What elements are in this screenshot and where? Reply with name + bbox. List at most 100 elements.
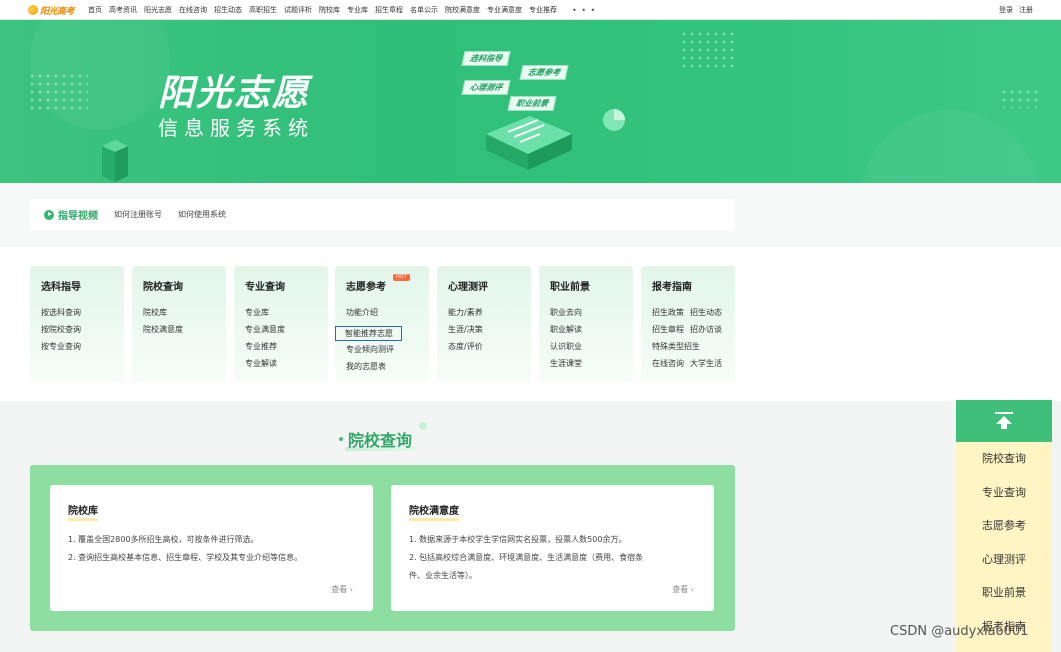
- card-line: 件、业余生活等）。: [409, 571, 477, 580]
- category-link[interactable]: 特殊类型招生: [652, 338, 700, 355]
- nav-item-school-db[interactable]: 院校库: [319, 5, 340, 15]
- site-logo[interactable]: 阳光高考: [28, 2, 75, 18]
- category-link[interactable]: 招生动态: [690, 304, 722, 321]
- hot-badge: HOT: [393, 274, 410, 281]
- cards-container: 院校库 1. 覆盖全国2800多所招生高校，可按条件进行筛选。 2. 查询招生高…: [30, 465, 735, 631]
- nav-item-home[interactable]: 首页: [88, 5, 102, 15]
- dot-decoration: [339, 437, 343, 441]
- category-psych-test: 心理测评 能力/素养 生涯/决策 态度/评价: [437, 266, 531, 382]
- pie-chart-icon: [603, 109, 625, 131]
- category-link[interactable]: 招生政策: [652, 304, 684, 321]
- nav-menu: 首页 高考资讯 阳光志愿 在线咨询 招生动态 高职招生 试题评析 院校库 专业库…: [88, 0, 596, 20]
- category-career-outlook: 职业前景 职业去向 职业解读 认识职业 生涯课堂: [539, 266, 633, 382]
- category-title: 院校查询: [143, 282, 183, 293]
- more-icon[interactable]: • • •: [572, 6, 596, 15]
- category-school-query: 院校查询 院校库 院校满意度: [132, 266, 226, 382]
- guide-section: 指导视频 如何注册账号 如何使用系统: [0, 183, 1061, 247]
- category-link[interactable]: 能力/素养: [448, 304, 531, 321]
- category-link[interactable]: 大学生活: [690, 355, 722, 372]
- nav-item-charter[interactable]: 招生章程: [375, 5, 403, 15]
- category-link[interactable]: 专业推荐: [245, 338, 328, 355]
- side-item-career-outlook[interactable]: 职业前景: [956, 576, 1052, 610]
- card-school-db[interactable]: 院校库 1. 覆盖全国2800多所招生高校，可按条件进行筛选。 2. 查询招生高…: [50, 485, 373, 611]
- category-link[interactable]: 按选科查询: [41, 304, 124, 321]
- register-link[interactable]: 注册: [1019, 5, 1033, 15]
- category-link[interactable]: 职业解读: [550, 321, 633, 338]
- category-volunteer-reference: HOT 志愿参考 功能介绍 智能推荐志愿 专业倾向测评 我的志愿表: [335, 266, 429, 382]
- nav-item-major-db[interactable]: 专业库: [347, 5, 368, 15]
- circle-decoration: [860, 110, 1040, 183]
- guide-title[interactable]: 指导视频: [58, 207, 98, 222]
- card-line: 2. 包括高校综合满意度、环境满意度、生活满意度（费用、食宿条: [409, 553, 644, 562]
- nav-item-consult[interactable]: 在线咨询: [179, 5, 207, 15]
- category-major-query: 专业查询 专业库 专业满意度 专业推荐 专业解读: [234, 266, 328, 382]
- category-link[interactable]: 招办访谈: [690, 321, 722, 338]
- nav-item-school-satisfaction[interactable]: 院校满意度: [445, 5, 480, 15]
- dot-decoration: [419, 422, 427, 430]
- category-link[interactable]: 我的志愿表: [346, 358, 429, 375]
- play-icon[interactable]: [44, 209, 54, 220]
- nav-item-major-recommend[interactable]: 专业推荐: [529, 5, 557, 15]
- back-to-top-button[interactable]: [956, 400, 1052, 442]
- nav-item-volunteer[interactable]: 阳光志愿: [144, 5, 172, 15]
- category-link[interactable]: 专业倾向测评: [346, 341, 429, 358]
- category-link[interactable]: 招生章程: [652, 321, 684, 338]
- watermark-text: CSDN @audyxiao001: [890, 624, 1029, 639]
- category-row: 招生章程 招办访谈: [652, 321, 735, 338]
- category-title: 职业前景: [550, 282, 590, 293]
- category-link[interactable]: 专业满意度: [245, 321, 328, 338]
- side-item-major-query[interactable]: 专业查询: [956, 476, 1052, 510]
- hero-banner: 阳光志愿 信息服务系统 选科指导 志愿参考 心理测评 职业前景: [0, 20, 1061, 183]
- category-link[interactable]: 生涯课堂: [550, 355, 633, 372]
- side-item-psych-test[interactable]: 心理测评: [956, 543, 1052, 577]
- cube-decoration-icon: [102, 140, 128, 182]
- category-link[interactable]: 功能介绍: [346, 304, 429, 321]
- view-more-link[interactable]: 查看 ›: [331, 584, 353, 595]
- category-link[interactable]: 态度/评价: [448, 338, 531, 355]
- card-line: 1. 覆盖全国2800多所招生高校，可按条件进行筛选。: [68, 535, 259, 544]
- side-item-volunteer-reference[interactable]: 志愿参考: [956, 509, 1052, 543]
- category-link-selected[interactable]: 智能推荐志愿: [335, 326, 402, 341]
- side-item-school-query[interactable]: 院校查询: [956, 442, 1052, 476]
- nav-item-admission-news[interactable]: 招生动态: [214, 5, 242, 15]
- nav-item-major-satisfaction[interactable]: 专业满意度: [487, 5, 522, 15]
- isometric-platform-icon: [486, 116, 572, 170]
- category-application-guide: 报考指南 招生政策 招生动态 招生章程 招办访谈 特殊类型招生 在线咨询 大学生…: [641, 266, 735, 382]
- floating-side-nav: 院校查询 专业查询 志愿参考 心理测评 职业前景 报考指南: [956, 400, 1052, 652]
- guide-link-register[interactable]: 如何注册账号: [114, 209, 162, 220]
- school-query-section: 院校查询 院校库 1. 覆盖全国2800多所招生高校，可按条件进行筛选。 2. …: [0, 401, 956, 652]
- category-link[interactable]: 专业解读: [245, 355, 328, 372]
- tag-psych-test: 心理测评: [461, 80, 511, 95]
- top-nav: 阳光高考 首页 高考资讯 阳光志愿 在线咨询 招生动态 高职招生 试题评析 院校…: [0, 0, 1061, 20]
- auth-links: 登录 注册: [993, 0, 1033, 20]
- category-link[interactable]: 生涯/决策: [448, 321, 531, 338]
- guide-bar: 指导视频 如何注册账号 如何使用系统: [30, 199, 735, 230]
- logo-text: 阳光高考: [40, 6, 75, 17]
- category-link[interactable]: 院校满意度: [143, 321, 226, 338]
- category-link[interactable]: 专业库: [245, 304, 328, 321]
- circle-decoration: [30, 20, 170, 130]
- card-line: 2. 查询招生高校基本信息、招生章程、学校及其专业介绍等信息。: [68, 553, 303, 562]
- card-school-satisfaction[interactable]: 院校满意度 1. 数据来源于本校学生学信网实名投票，投票人数500余万。 2. …: [391, 485, 714, 611]
- nav-item-vocational[interactable]: 高职招生: [249, 5, 277, 15]
- sun-logo-icon: [28, 5, 38, 15]
- guide-link-usage[interactable]: 如何使用系统: [178, 209, 226, 220]
- category-link[interactable]: 职业去向: [550, 304, 633, 321]
- tag-volunteer-reference: 志愿参考: [519, 65, 569, 80]
- nav-item-public-list[interactable]: 名单公示: [410, 5, 438, 15]
- category-title: 志愿参考: [346, 282, 386, 293]
- category-link[interactable]: 认识职业: [550, 338, 633, 355]
- category-title: 报考指南: [652, 282, 692, 293]
- login-link[interactable]: 登录: [999, 5, 1013, 15]
- nav-item-news[interactable]: 高考资讯: [109, 5, 137, 15]
- dots-decoration: [680, 30, 736, 72]
- tag-subject-guide: 选科指导: [461, 51, 511, 66]
- view-more-link[interactable]: 查看 ›: [672, 584, 694, 595]
- category-link[interactable]: 院校库: [143, 304, 226, 321]
- banner-subtitle: 信息服务系统: [158, 116, 314, 140]
- category-link[interactable]: 按院校查询: [41, 321, 124, 338]
- category-link[interactable]: 在线咨询: [652, 355, 684, 372]
- nav-item-exam-analysis[interactable]: 试题评析: [284, 5, 312, 15]
- category-title: 心理测评: [448, 282, 488, 293]
- category-link[interactable]: 按专业查询: [41, 338, 124, 355]
